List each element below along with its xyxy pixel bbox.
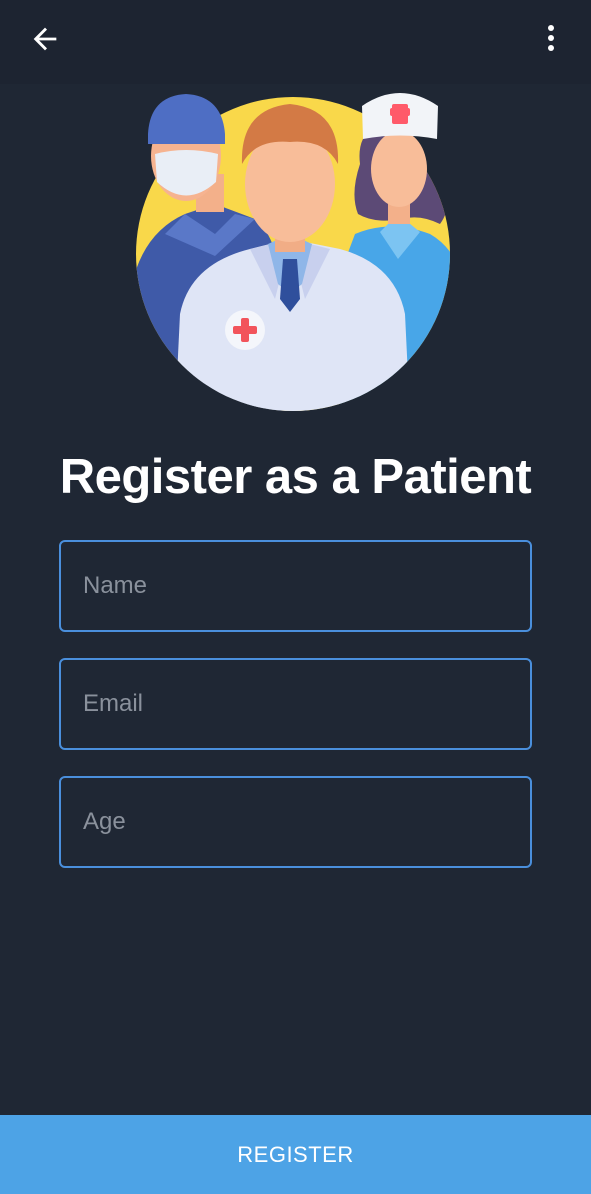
name-field[interactable] — [59, 540, 532, 632]
app-bar — [0, 0, 591, 84]
page-title: Register as a Patient — [59, 450, 532, 504]
back-button[interactable] — [22, 18, 68, 64]
more-vertical-icon — [545, 24, 557, 59]
medical-staff-illustration — [130, 84, 460, 418]
overflow-menu-button[interactable] — [530, 18, 572, 64]
age-input[interactable] — [61, 778, 530, 866]
age-field[interactable] — [59, 776, 532, 868]
email-input[interactable] — [61, 660, 530, 748]
email-field[interactable] — [59, 658, 532, 750]
register-button[interactable]: REGISTER — [0, 1115, 591, 1194]
arrow-left-icon — [28, 22, 62, 61]
name-input[interactable] — [61, 542, 530, 630]
